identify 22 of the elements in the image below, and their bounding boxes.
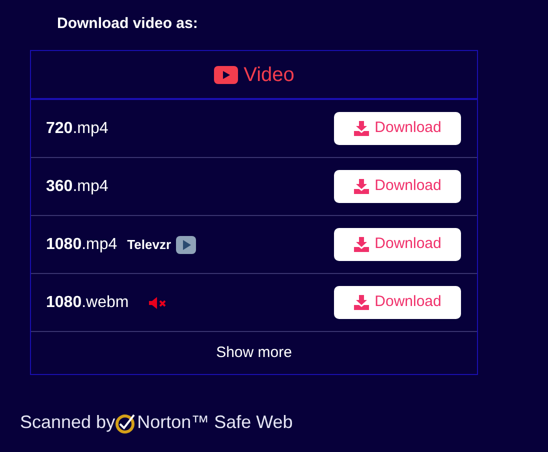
play-app-icon [176, 236, 196, 254]
norton-safe-web-text: Norton™ Safe Web [137, 411, 293, 434]
download-button[interactable]: Download [334, 228, 461, 261]
check-badge-icon [115, 412, 138, 434]
download-button[interactable]: Download [334, 112, 461, 145]
format-label: 360.mp4 [46, 176, 108, 196]
download-button[interactable]: Download [334, 286, 461, 319]
download-icon [354, 237, 369, 252]
scanned-by-text: Scanned by [20, 411, 116, 434]
play-icon [214, 66, 238, 84]
download-button[interactable]: Download [334, 170, 461, 203]
format-label: 720.mp4 [46, 118, 108, 138]
section-title: Video [244, 62, 294, 86]
download-icon [354, 179, 369, 194]
download-icon [354, 295, 369, 310]
muted-speaker-icon [148, 296, 167, 308]
format-label: 1080.mp4 [46, 234, 118, 254]
show-more-button[interactable]: Show more [216, 342, 292, 364]
download-icon [354, 121, 369, 136]
format-label: 1080.webm [46, 292, 129, 312]
section-heading: Download video as: [57, 14, 199, 34]
app-name: Televzr [127, 236, 172, 254]
